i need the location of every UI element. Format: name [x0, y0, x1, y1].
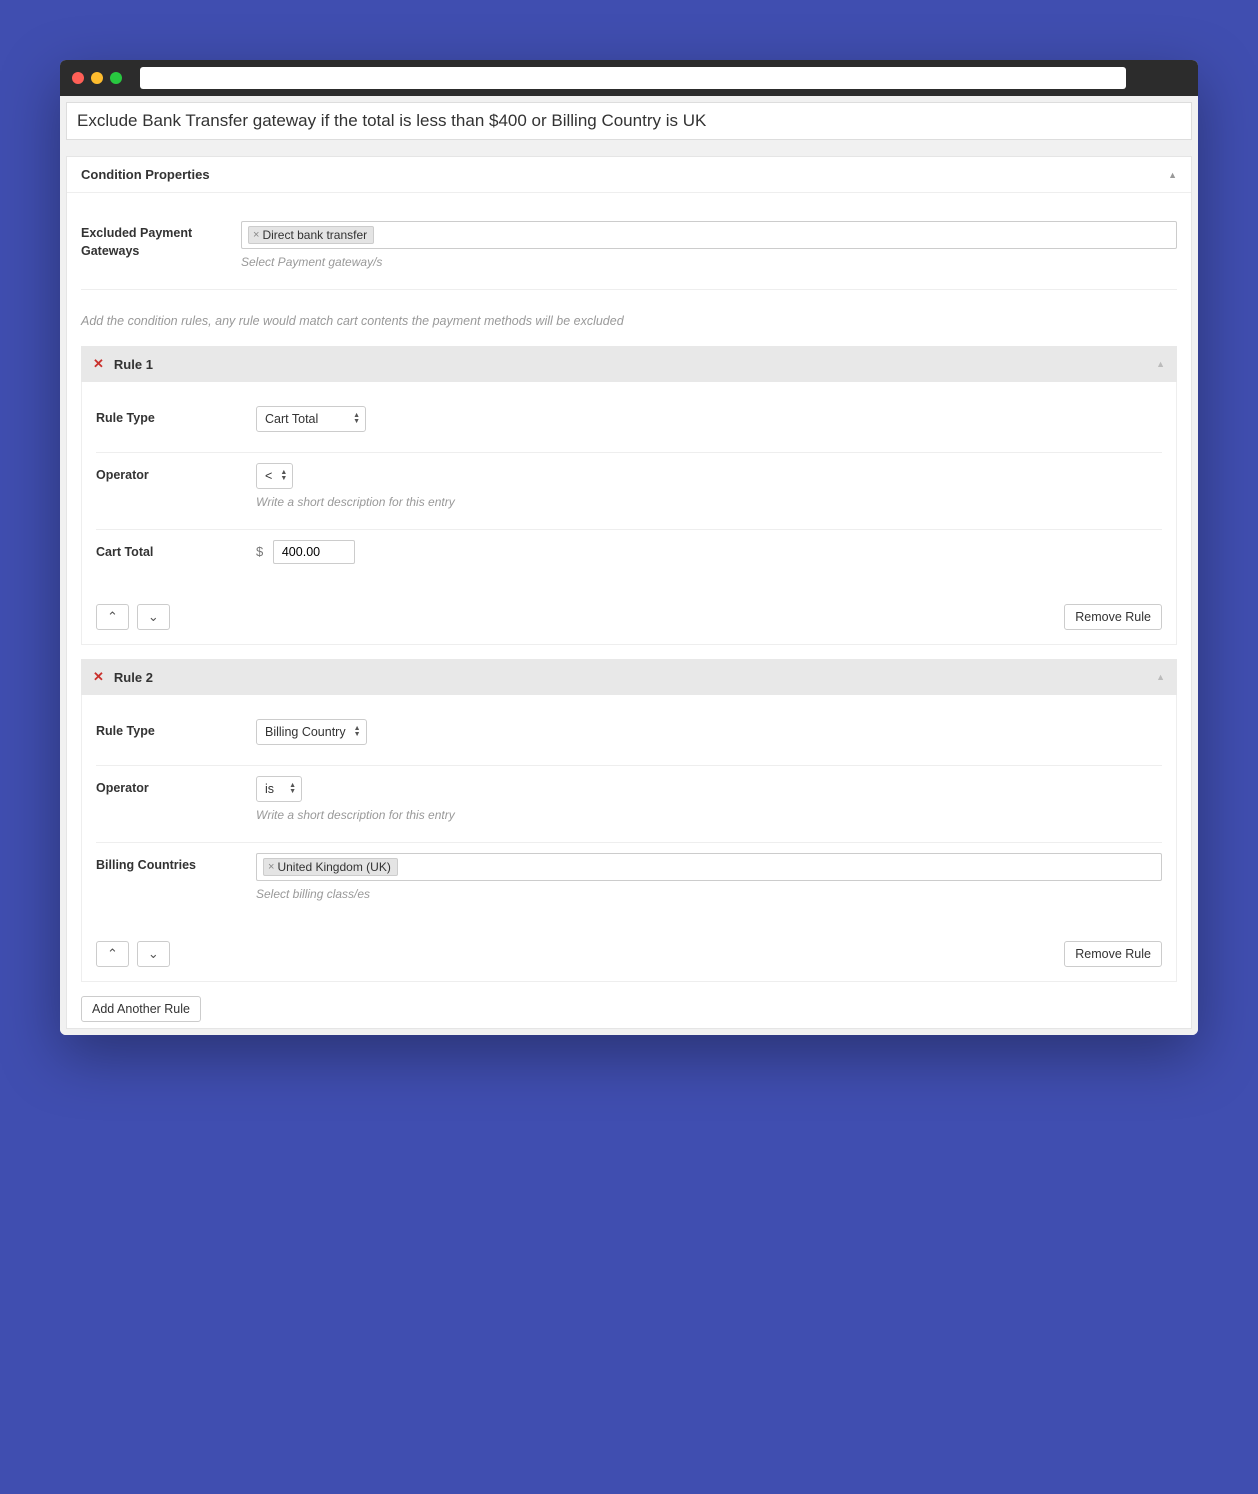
- operator-row: Operator is ▲▼ Write a short description…: [96, 766, 1162, 843]
- country-tag-label: United Kingdom (UK): [277, 860, 390, 874]
- chevron-down-icon: ⌄: [148, 609, 159, 624]
- excluded-gateways-input[interactable]: × Direct bank transfer: [241, 221, 1177, 249]
- operator-control: < ▲▼ Write a short description for this …: [256, 463, 1162, 509]
- gateway-tag: × Direct bank transfer: [248, 226, 374, 244]
- operator-help: Write a short description for this entry: [256, 495, 1162, 509]
- operator-row: Operator < ▲▼ Write a short description …: [96, 453, 1162, 530]
- sort-buttons: ⌃ ⌄: [96, 941, 170, 967]
- select-arrows-icon: ▲▼: [280, 470, 287, 482]
- rule-type-control: Billing Country ▲▼: [256, 719, 1162, 745]
- chevron-up-icon: ⌃: [107, 609, 118, 624]
- rule-type-control: Cart Total ▲▼: [256, 406, 1162, 432]
- remove-tag-icon[interactable]: ×: [268, 861, 274, 873]
- operator-value: is: [265, 782, 274, 796]
- billing-countries-control: × United Kingdom (UK) Select billing cla…: [256, 853, 1162, 901]
- remove-tag-icon[interactable]: ×: [253, 229, 259, 241]
- move-rule-down-button[interactable]: ⌄: [137, 604, 170, 630]
- rules-info-text: Add the condition rules, any rule would …: [81, 290, 1177, 346]
- operator-help: Write a short description for this entry: [256, 808, 1162, 822]
- chevron-down-icon: ⌄: [148, 946, 159, 961]
- cart-total-control: $: [256, 540, 1162, 564]
- cart-total-row: Cart Total $: [96, 530, 1162, 584]
- url-bar[interactable]: [140, 67, 1126, 89]
- rule-collapse-caret-icon[interactable]: ▲: [1156, 359, 1165, 369]
- traffic-lights: [72, 72, 122, 84]
- rule-header: ✕ Rule 1 ▲: [81, 346, 1177, 382]
- rule-type-row: Rule Type Cart Total ▲▼: [96, 396, 1162, 453]
- rule-type-label: Rule Type: [96, 719, 256, 741]
- collapse-caret-icon[interactable]: ▲: [1168, 170, 1177, 180]
- billing-countries-help: Select billing class/es: [256, 887, 1162, 901]
- cart-total-label: Cart Total: [96, 540, 256, 562]
- rule-type-row: Rule Type Billing Country ▲▼: [96, 709, 1162, 766]
- condition-title-input[interactable]: [66, 102, 1192, 140]
- operator-value: <: [265, 469, 272, 483]
- rule-type-select[interactable]: Billing Country ▲▼: [256, 719, 367, 745]
- rule-body: Rule Type Billing Country ▲▼ Operator: [81, 695, 1177, 982]
- rule-block: ✕ Rule 2 ▲ Rule Type Billing Country ▲▼: [81, 659, 1177, 982]
- delete-rule-icon[interactable]: ✕: [93, 669, 104, 685]
- titlebar: [60, 60, 1198, 96]
- section-header: Condition Properties ▲: [67, 157, 1191, 193]
- excluded-gateways-label: Excluded Payment Gateways: [81, 221, 241, 260]
- delete-rule-icon[interactable]: ✕: [93, 356, 104, 372]
- rule-block: ✕ Rule 1 ▲ Rule Type Cart Total ▲▼: [81, 346, 1177, 645]
- operator-select[interactable]: is ▲▼: [256, 776, 302, 802]
- billing-countries-input[interactable]: × United Kingdom (UK): [256, 853, 1162, 881]
- close-icon[interactable]: [72, 72, 84, 84]
- add-rule-footer: Add Another Rule: [81, 982, 1177, 1028]
- remove-rule-button[interactable]: Remove Rule: [1064, 941, 1162, 967]
- select-arrows-icon: ▲▼: [289, 783, 296, 795]
- move-rule-up-button[interactable]: ⌃: [96, 604, 129, 630]
- sort-buttons: ⌃ ⌄: [96, 604, 170, 630]
- billing-countries-label: Billing Countries: [96, 853, 256, 875]
- cart-total-input[interactable]: [273, 540, 355, 564]
- rule-type-value: Billing Country: [265, 725, 346, 739]
- app-window: Condition Properties ▲ Excluded Payment …: [60, 60, 1198, 1035]
- select-arrows-icon: ▲▼: [353, 413, 360, 425]
- add-another-rule-button[interactable]: Add Another Rule: [81, 996, 201, 1022]
- rule-type-value: Cart Total: [265, 412, 318, 426]
- gateway-tag-label: Direct bank transfer: [262, 228, 367, 242]
- operator-label: Operator: [96, 463, 256, 485]
- operator-label: Operator: [96, 776, 256, 798]
- move-rule-up-button[interactable]: ⌃: [96, 941, 129, 967]
- section-title: Condition Properties: [81, 167, 210, 182]
- minimize-icon[interactable]: [91, 72, 103, 84]
- rule-collapse-caret-icon[interactable]: ▲: [1156, 672, 1165, 682]
- operator-select[interactable]: < ▲▼: [256, 463, 293, 489]
- currency-symbol: $: [256, 544, 263, 559]
- operator-control: is ▲▼ Write a short description for this…: [256, 776, 1162, 822]
- select-arrows-icon: ▲▼: [354, 726, 361, 738]
- rule-title: Rule 2: [114, 670, 153, 685]
- section-body: Excluded Payment Gateways × Direct bank …: [67, 193, 1191, 1028]
- excluded-gateways-row: Excluded Payment Gateways × Direct bank …: [81, 211, 1177, 290]
- excluded-gateways-control: × Direct bank transfer Select Payment ga…: [241, 221, 1177, 269]
- rule-header: ✕ Rule 2 ▲: [81, 659, 1177, 695]
- country-tag: × United Kingdom (UK): [263, 858, 398, 876]
- maximize-icon[interactable]: [110, 72, 122, 84]
- content-area: Condition Properties ▲ Excluded Payment …: [60, 96, 1198, 1035]
- excluded-gateways-help: Select Payment gateway/s: [241, 255, 1177, 269]
- condition-properties-section: Condition Properties ▲ Excluded Payment …: [66, 156, 1192, 1029]
- rule-title: Rule 1: [114, 357, 153, 372]
- move-rule-down-button[interactable]: ⌄: [137, 941, 170, 967]
- rule-footer: ⌃ ⌄ Remove Rule: [96, 921, 1162, 967]
- remove-rule-button[interactable]: Remove Rule: [1064, 604, 1162, 630]
- rule-type-select[interactable]: Cart Total ▲▼: [256, 406, 366, 432]
- billing-countries-row: Billing Countries × United Kingdom (UK) …: [96, 843, 1162, 921]
- rule-footer: ⌃ ⌄ Remove Rule: [96, 584, 1162, 630]
- chevron-up-icon: ⌃: [107, 946, 118, 961]
- rule-type-label: Rule Type: [96, 406, 256, 428]
- rule-body: Rule Type Cart Total ▲▼ Operator: [81, 382, 1177, 645]
